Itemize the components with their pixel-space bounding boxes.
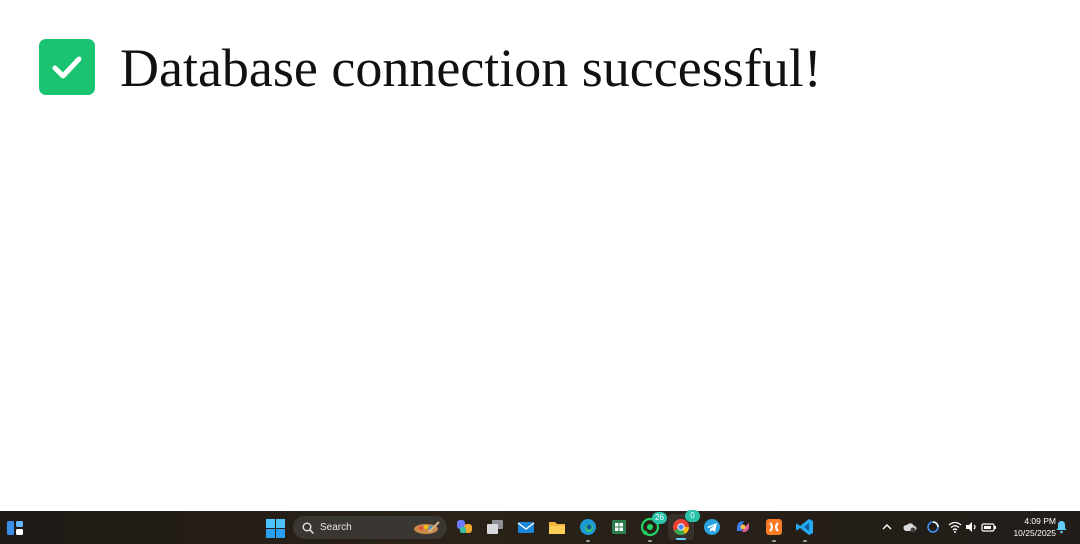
chrome-badge: 0	[685, 510, 700, 522]
notification-bell-icon[interactable]	[1053, 519, 1069, 535]
search-highlight-icon	[414, 521, 440, 534]
status-message: Database connection successful!	[120, 38, 822, 98]
telegram-icon[interactable]	[701, 516, 723, 538]
whatsapp-badge: 26	[652, 512, 667, 524]
taskbar-search[interactable]: Search	[293, 516, 447, 539]
search-placeholder: Search	[320, 522, 352, 533]
vpn-shield-icon[interactable]	[925, 519, 941, 535]
task-view-icon[interactable]	[484, 516, 506, 538]
start-button[interactable]	[264, 517, 286, 539]
taskbar: Search 26 0 4:09 PM 10/25/2025	[0, 510, 1080, 544]
battery-icon[interactable]	[981, 519, 997, 535]
search-icon	[302, 522, 314, 534]
copilot-icon[interactable]	[454, 516, 476, 538]
whatsapp-icon[interactable]: 26	[639, 512, 667, 542]
chevron-up-icon[interactable]	[879, 519, 895, 535]
connection-status: Database connection successful!	[39, 34, 822, 100]
cloud-sync-icon[interactable]	[902, 519, 918, 535]
check-icon	[39, 39, 95, 95]
edge-icon[interactable]	[577, 516, 599, 542]
vscode-icon[interactable]	[794, 516, 816, 542]
xampp-icon[interactable]	[763, 516, 785, 542]
widgets-icon[interactable]	[4, 517, 26, 539]
mail-icon[interactable]	[515, 516, 537, 538]
browser-page: Database connection successful!	[0, 0, 1080, 511]
clock-date: 10/25/2025	[1013, 528, 1056, 538]
wifi-icon[interactable]	[947, 519, 963, 535]
chrome-icon[interactable]: 0	[668, 510, 700, 540]
spreadsheet-icon[interactable]	[608, 516, 630, 538]
file-explorer-icon[interactable]	[546, 516, 568, 538]
volume-icon[interactable]	[963, 519, 979, 535]
clock[interactable]: 4:09 PM 10/25/2025	[1000, 515, 1056, 539]
windows-logo-icon	[265, 518, 285, 538]
clock-time: 4:09 PM	[1024, 516, 1056, 526]
microsoft-365-icon[interactable]	[732, 516, 754, 538]
